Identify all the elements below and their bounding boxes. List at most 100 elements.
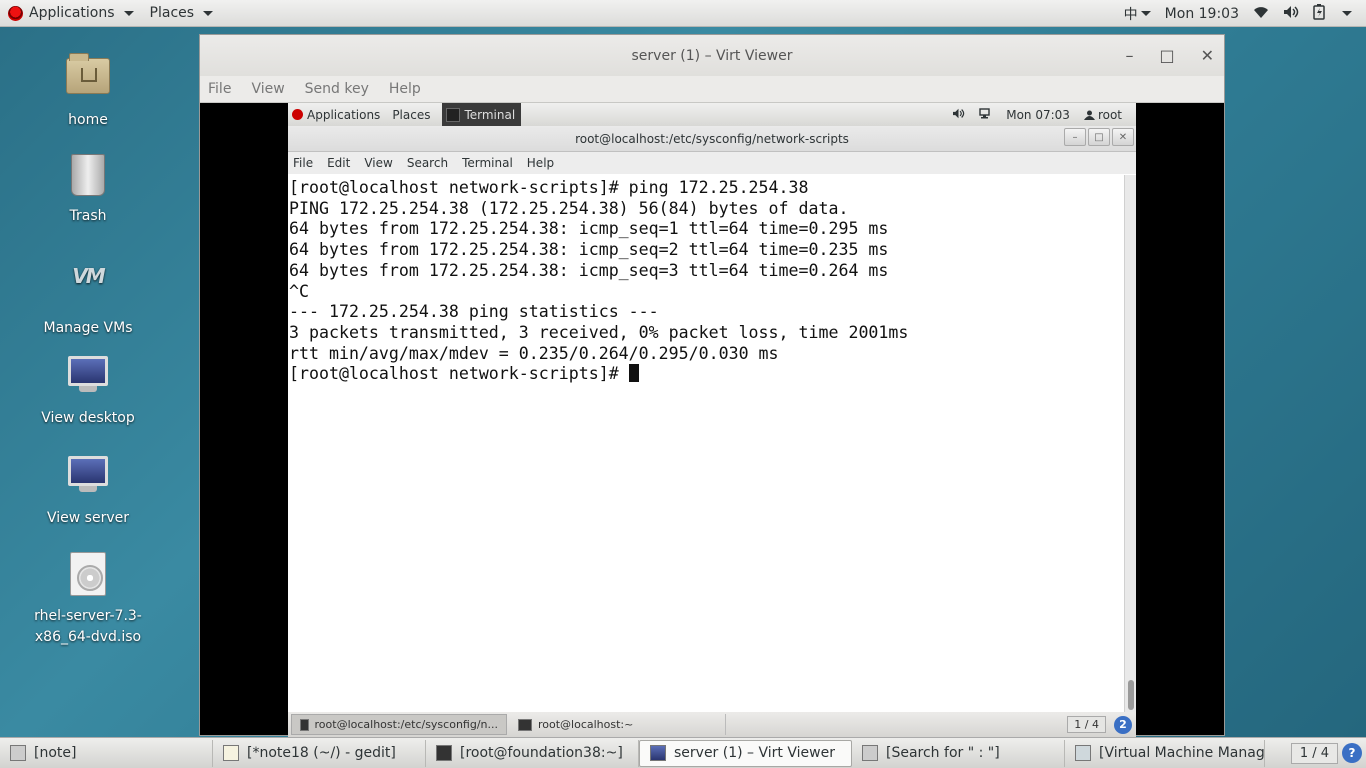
terminal-output[interactable]: [root@localhost network-scripts]# ping 1…	[288, 175, 1124, 712]
home-folder-icon	[64, 53, 112, 106]
virt-viewer-window[interactable]: server (1) – Virt Viewer – □ ✕ File View…	[199, 34, 1225, 737]
monitor-icon	[64, 356, 112, 404]
terminal-cursor	[628, 364, 639, 383]
input-method-menu[interactable]: 中	[1124, 4, 1151, 24]
terminal-prompt-line: [root@localhost network-scripts]#	[289, 364, 1123, 385]
applications-label: Applications	[29, 5, 115, 21]
host-task-gedit[interactable]: [*note18 (~/) - gedit]	[213, 739, 426, 767]
terminal-menu-help[interactable]: Help	[527, 156, 554, 170]
guest-user-label: root	[1097, 107, 1122, 122]
window-titlebar[interactable]: server (1) – Virt Viewer – □ ✕	[200, 35, 1224, 76]
maximize-button[interactable]: □	[1159, 46, 1174, 65]
help-icon[interactable]: ?	[1342, 743, 1362, 763]
guest-clock[interactable]: Mon 07:03	[1006, 108, 1070, 122]
volume-icon[interactable]	[952, 108, 965, 122]
guest-task-label: root@localhost:/etc/sysconfig/n...	[314, 718, 498, 731]
terminal-menubar: File Edit View Search Terminal Help	[288, 152, 1136, 174]
host-task-label: [*note18 (~/) - gedit]	[247, 745, 396, 761]
guest-places-label: Places	[392, 107, 431, 122]
desktop-icon-label: rhel-server-7.3-x86_64-dvd.iso	[34, 608, 142, 645]
guest-workspace-pager[interactable]: 1 / 4	[1067, 716, 1106, 733]
desktop-icon-label: Manage VMs	[43, 320, 133, 336]
system-tray: 中 Mon 19:03	[1124, 0, 1366, 27]
desktop-icon-label: View server	[47, 510, 129, 526]
guest-applications-menu[interactable]: Applications	[292, 108, 380, 122]
host-task-terminal[interactable]: [root@foundation38:~]	[426, 739, 639, 767]
guest-display[interactable]: Applications Places Terminal Mon 07:03 r…	[288, 103, 1136, 737]
terminal-menu-search[interactable]: Search	[407, 156, 448, 170]
guest-top-panel: Applications Places Terminal Mon 07:03 r…	[288, 103, 1136, 126]
volume-icon[interactable]	[1283, 5, 1299, 23]
desktop-icon-view-server[interactable]: View server	[28, 450, 148, 526]
close-button[interactable]: ✕	[1201, 46, 1214, 65]
search-dialog-icon	[862, 745, 878, 761]
redhat-icon	[292, 109, 303, 120]
minimize-button[interactable]: –	[1125, 46, 1133, 65]
guest-applications-label: Applications	[307, 107, 381, 122]
guest-user-menu[interactable]: root	[1083, 107, 1122, 122]
places-label: Places	[149, 5, 195, 21]
menu-file[interactable]: File	[208, 81, 231, 97]
host-task-label: [Search for " : "]	[886, 745, 1000, 761]
terminal-menu-view[interactable]: View	[364, 156, 392, 170]
host-task-virt-viewer[interactable]: server (1) – Virt Viewer	[639, 739, 852, 767]
terminal-titlebar[interactable]: root@localhost:/etc/sysconfig/network-sc…	[288, 126, 1136, 152]
menu-send-key[interactable]: Send key	[305, 81, 369, 97]
host-task-label: [Virtual Machine Manager]	[1099, 745, 1265, 761]
host-task-virt-manager[interactable]: [Virtual Machine Manager]	[1065, 739, 1265, 767]
guest-terminal-window[interactable]: root@localhost:/etc/sysconfig/network-sc…	[288, 126, 1136, 712]
monitor-icon	[64, 456, 112, 504]
chevron-down-icon[interactable]	[1342, 11, 1352, 16]
menu-help[interactable]: Help	[389, 81, 421, 97]
desktop-icon-home[interactable]: home	[28, 50, 148, 128]
guest-task-terminal-network-scripts[interactable]: root@localhost:/etc/sysconfig/n...	[291, 714, 507, 735]
terminal-close-button[interactable]: ✕	[1112, 128, 1134, 146]
host-top-panel: Applications Places 中 Mon 19:03	[0, 0, 1366, 27]
wifi-icon[interactable]	[1253, 5, 1269, 23]
guest-terminal-app-button[interactable]: Terminal	[442, 103, 522, 126]
guest-taskbar: root@localhost:/etc/sysconfig/n... root@…	[288, 712, 1136, 737]
terminal-minimize-button[interactable]: –	[1064, 128, 1086, 146]
terminal-line: [root@localhost network-scripts]# ping 1…	[289, 178, 809, 197]
vm-manager-icon	[1075, 745, 1091, 761]
host-task-label: [note]	[34, 745, 77, 761]
scrollbar-thumb[interactable]	[1128, 680, 1134, 710]
terminal-line: 64 bytes from 172.25.254.38: icmp_seq=1 …	[289, 219, 889, 239]
terminal-maximize-button[interactable]: □	[1088, 128, 1110, 146]
battery-icon[interactable]	[1313, 3, 1325, 24]
terminal-scrollbar[interactable]	[1124, 175, 1136, 712]
disc-image-icon	[64, 552, 112, 600]
host-task-search[interactable]: [Search for " : "]	[852, 739, 1065, 767]
terminal-icon	[518, 718, 532, 731]
desktop-icon-label: home	[68, 112, 108, 128]
redhat-icon	[8, 5, 23, 21]
terminal-icon	[436, 745, 452, 761]
places-menu[interactable]: Places	[142, 0, 222, 27]
network-icon[interactable]	[979, 107, 992, 122]
help-icon[interactable]: 2	[1114, 715, 1132, 734]
applications-menu[interactable]: Applications	[0, 0, 142, 27]
terminal-line: 64 bytes from 172.25.254.38: icmp_seq=3 …	[289, 260, 889, 280]
terminal-menu-file[interactable]: File	[293, 156, 313, 170]
desktop-icon-trash[interactable]: Trash	[28, 150, 148, 224]
user-icon	[1083, 110, 1095, 120]
terminal-menu-edit[interactable]: Edit	[327, 156, 350, 170]
terminal-menu-terminal[interactable]: Terminal	[462, 156, 513, 170]
terminal-icon	[446, 107, 461, 122]
guest-task-terminal-home[interactable]: root@localhost:~	[510, 714, 726, 735]
guest-places-menu[interactable]: Places	[392, 108, 430, 122]
desktop-icon-view-desktop[interactable]: View desktop	[28, 350, 148, 426]
chevron-down-icon	[203, 10, 214, 16]
viewer-menubar: File View Send key Help	[200, 76, 1224, 103]
terminal-title: root@localhost:/etc/sysconfig/network-sc…	[575, 131, 849, 146]
text-editor-icon	[223, 745, 239, 761]
guest-terminal-label: Terminal	[464, 107, 516, 122]
host-workspace-pager[interactable]: 1 / 4	[1290, 743, 1338, 764]
desktop-icon-iso[interactable]: rhel-server-7.3-x86_64-dvd.iso	[28, 550, 148, 648]
trash-icon	[64, 154, 112, 202]
clock[interactable]: Mon 19:03	[1165, 6, 1239, 22]
vm-manager-icon: VM	[72, 264, 105, 288]
desktop-icon-manage-vms[interactable]: VM Manage VMs	[28, 250, 148, 336]
menu-view[interactable]: View	[251, 81, 284, 97]
host-task-note[interactable]: [note]	[0, 739, 213, 767]
